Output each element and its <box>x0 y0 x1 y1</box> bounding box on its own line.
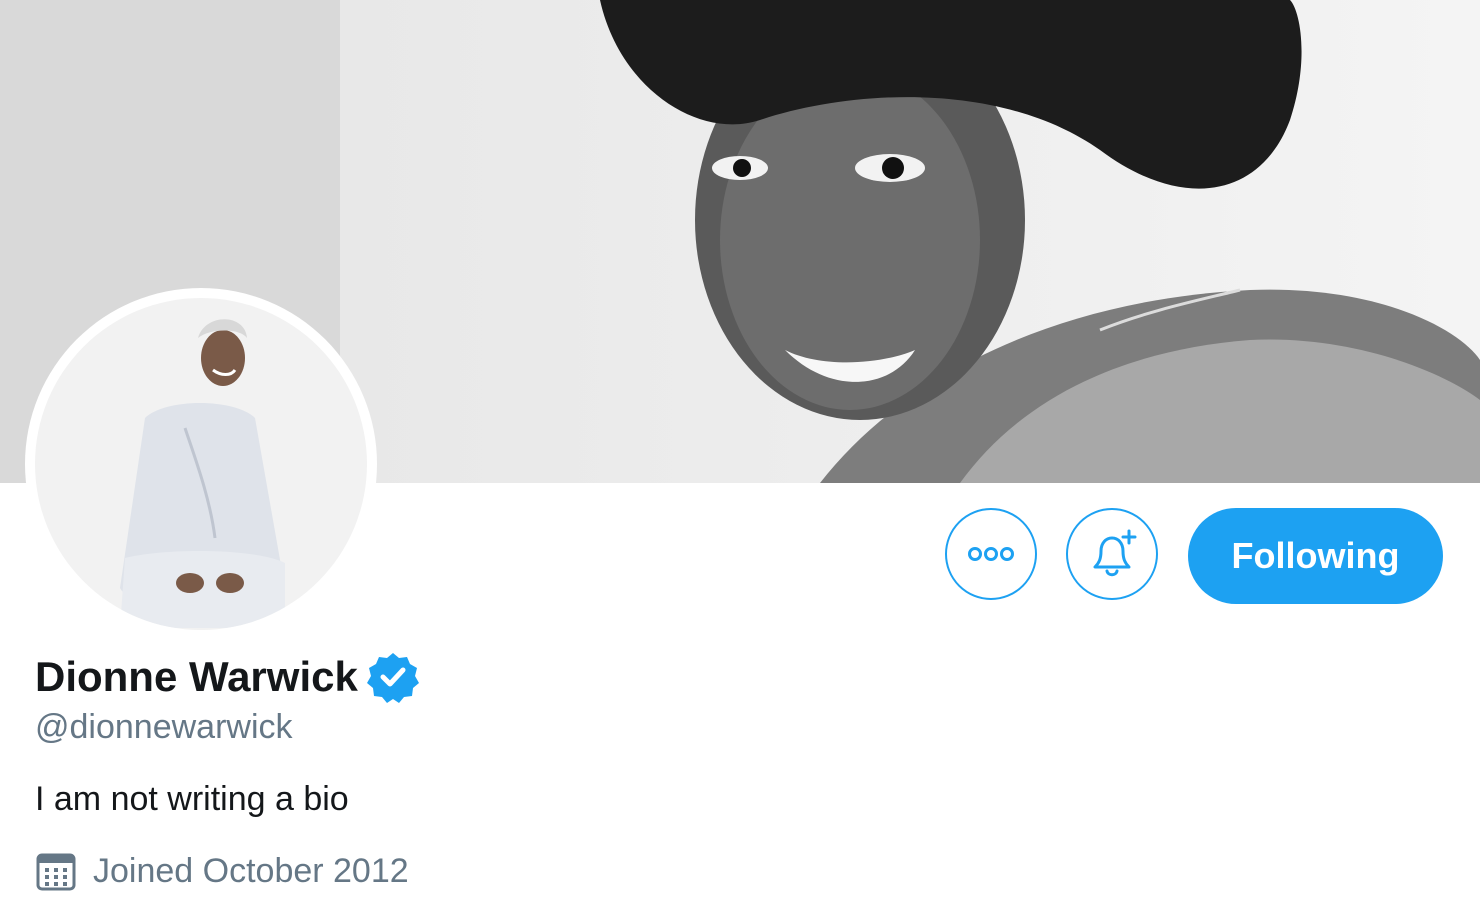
profile-bio: I am not writing a bio <box>35 780 349 818</box>
following-button[interactable]: Following <box>1188 508 1443 604</box>
calendar-icon <box>36 853 76 891</box>
avatar-photo <box>35 298 367 630</box>
more-horizontal-icon <box>968 547 1014 561</box>
display-name: Dionne Warwick <box>35 653 358 700</box>
bell-plus-icon <box>1093 529 1137 577</box>
display-name-row: Dionne Warwick <box>35 650 420 704</box>
user-handle: @dionnewarwick <box>35 708 293 746</box>
notifications-button[interactable] <box>1066 508 1158 600</box>
verified-badge-icon <box>366 653 419 703</box>
profile-avatar[interactable] <box>25 288 377 640</box>
joined-date-row: Joined October 2012 <box>35 850 409 892</box>
more-button[interactable] <box>945 508 1037 600</box>
joined-date: Joined October 2012 <box>93 851 409 890</box>
